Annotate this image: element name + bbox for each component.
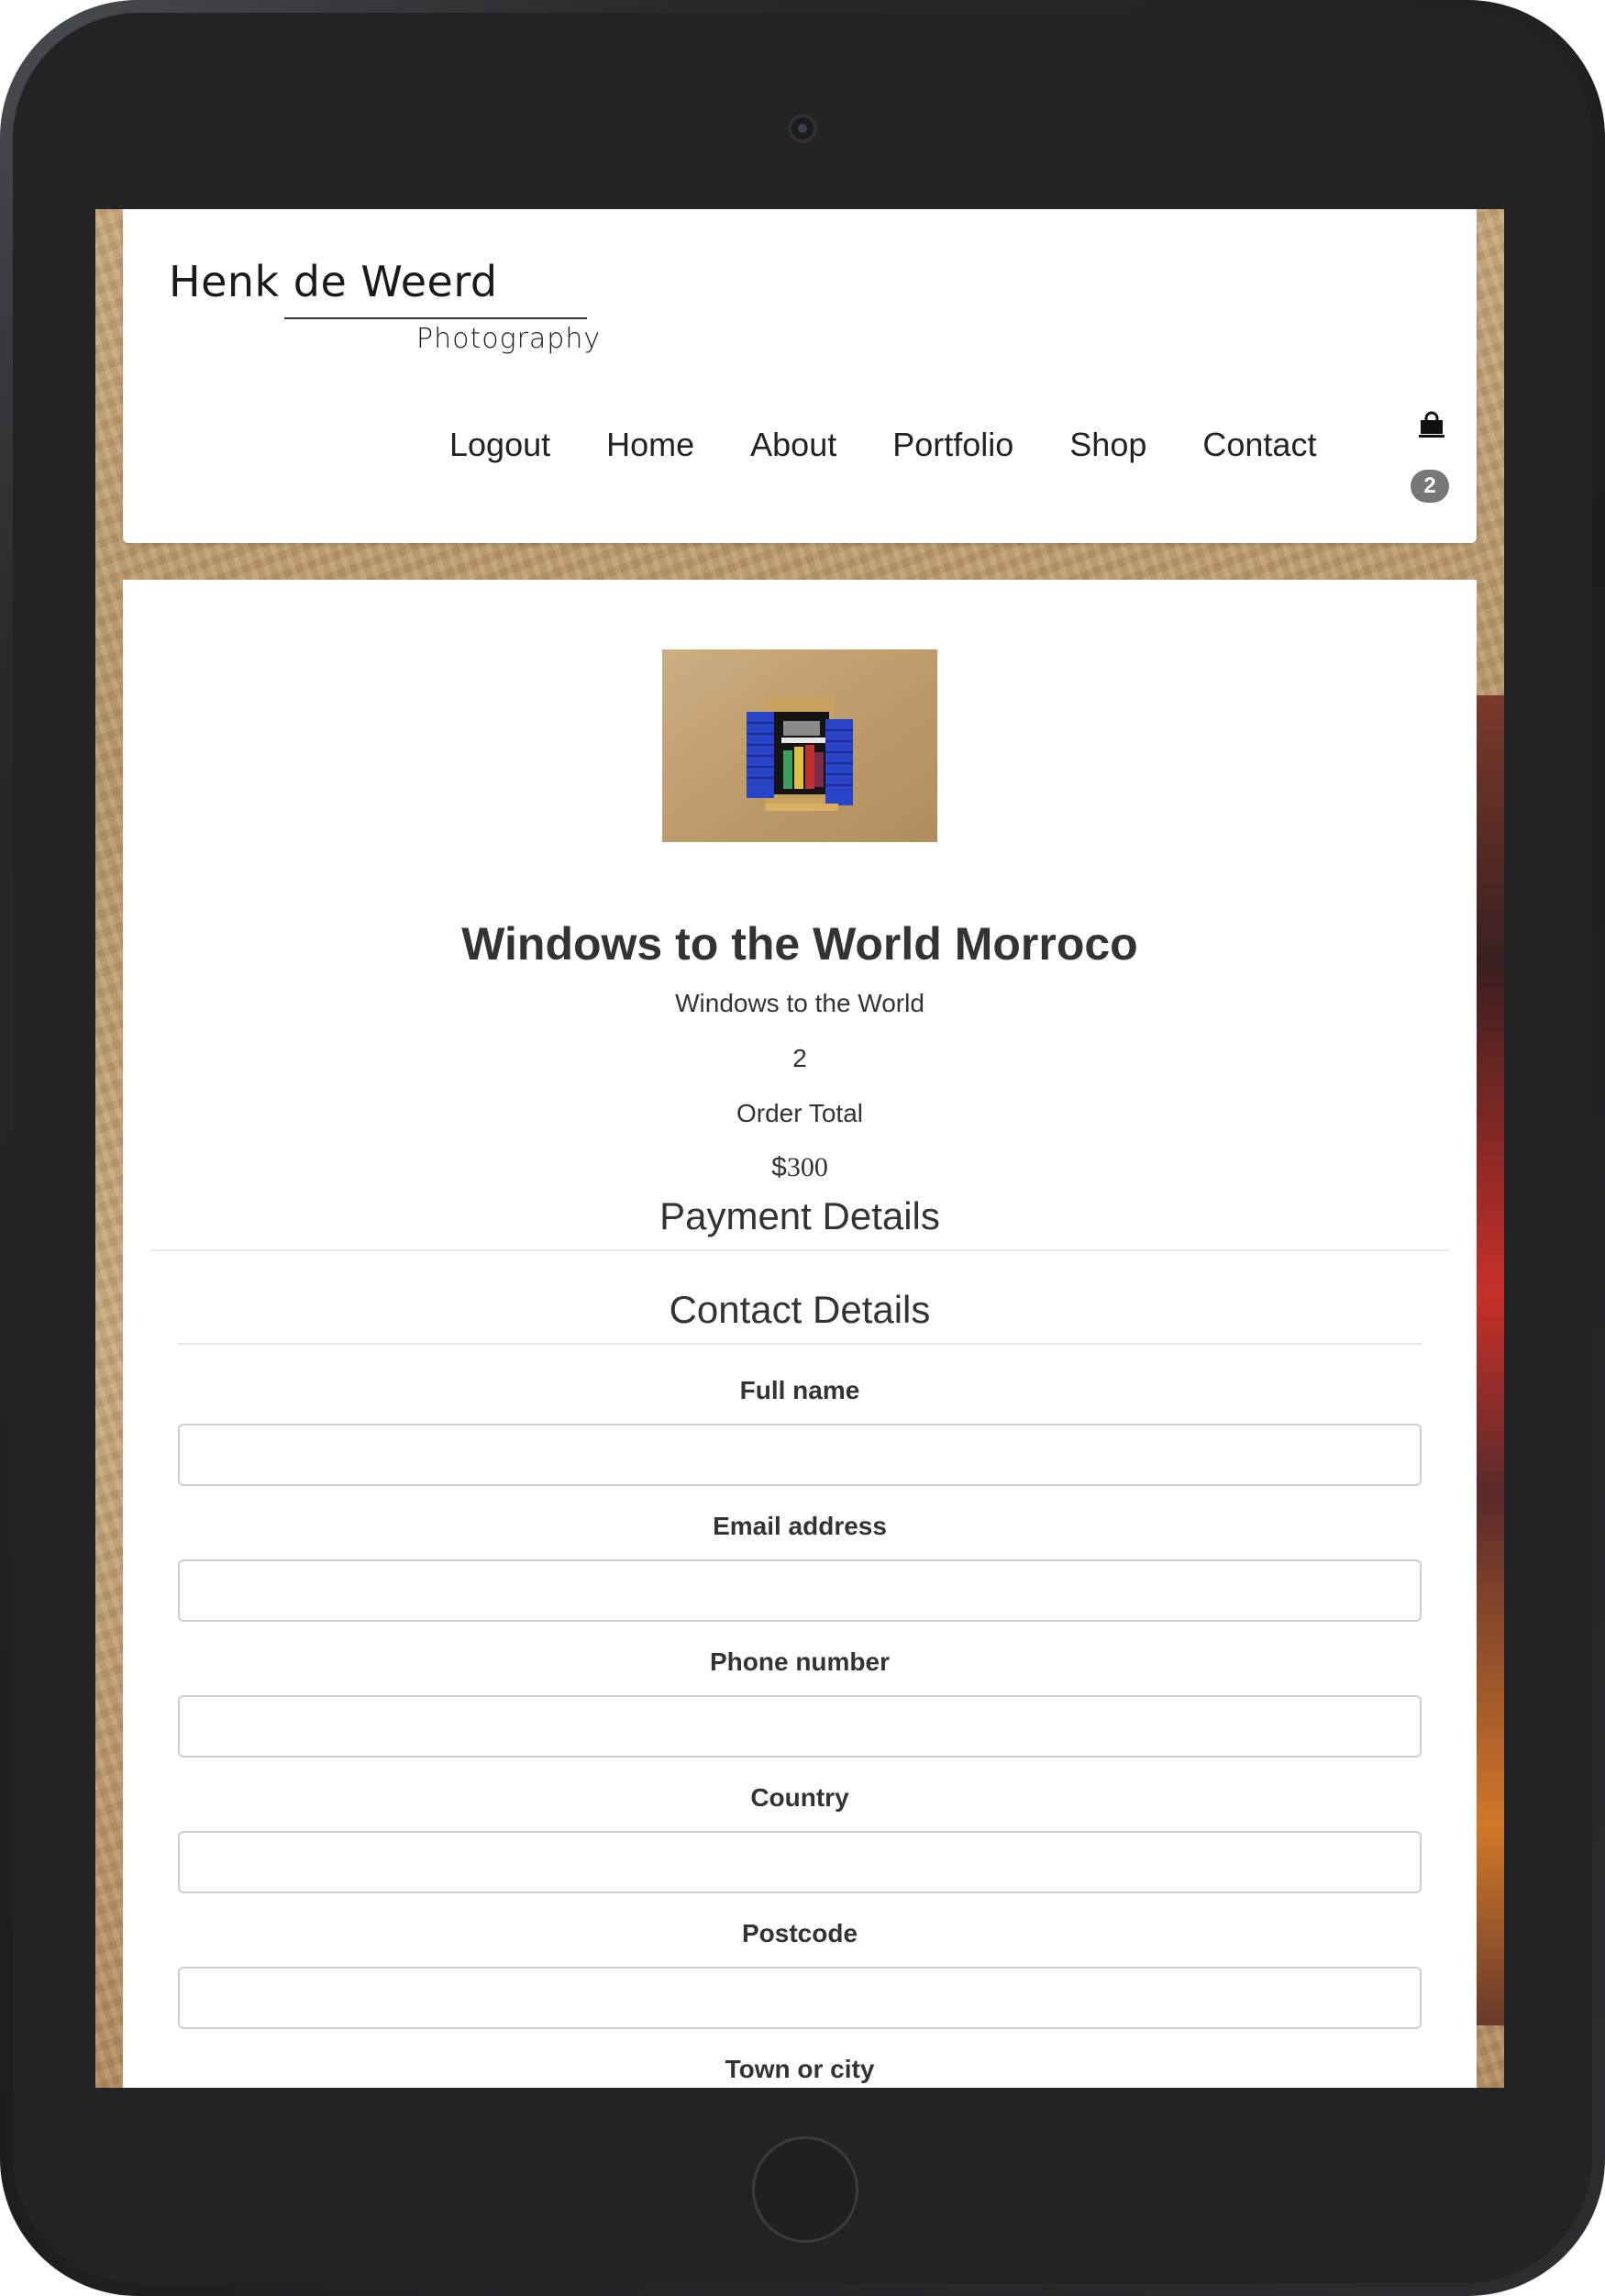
full-name-label: Full name — [739, 1376, 860, 1404]
postcode-input[interactable] — [178, 1967, 1422, 2029]
home-button[interactable] — [752, 2136, 858, 2243]
order-total-label: Order Total — [736, 1099, 863, 1127]
cart-count-badge: 2 — [1411, 470, 1449, 503]
payment-details-heading: Payment Details — [659, 1194, 940, 1237]
country-input[interactable] — [178, 1831, 1422, 1893]
screen: Henk de Weerd Photography Logout Home Ab… — [95, 209, 1504, 2088]
product-quantity: 2 — [792, 1044, 807, 1072]
amount-value: 300 — [786, 1152, 828, 1182]
product-subtitle: Windows to the World — [675, 989, 924, 1017]
postcode-label: Postcode — [741, 1919, 858, 1947]
product-title: Windows to the World Morroco — [461, 918, 1138, 970]
shopping-bag-icon — [1419, 411, 1444, 438]
country-label: Country — [750, 1783, 849, 1812]
site-logo[interactable]: Henk de Weerd Photography — [169, 257, 609, 358]
logo-name: Henk de Weerd — [169, 257, 498, 306]
main-nav: Logout Home About Portfolio Shop Contact — [449, 426, 1316, 471]
currency-symbol: $ — [771, 1152, 787, 1182]
background-photo-strip — [1477, 695, 1504, 2025]
nav-about[interactable]: About — [750, 426, 836, 471]
site-header: Henk de Weerd Photography Logout Home Ab… — [123, 209, 1477, 543]
order-total-amount: $300 — [123, 1152, 1477, 1183]
phone-label: Phone number — [709, 1647, 890, 1676]
cart-button[interactable]: 2 — [1411, 411, 1456, 512]
contact-details-heading: Contact Details — [669, 1288, 931, 1331]
nav-portfolio[interactable]: Portfolio — [892, 426, 1013, 471]
checkout-content: Windows to the World Morroco Windows to … — [123, 580, 1477, 2088]
nav-contact[interactable]: Contact — [1202, 426, 1316, 471]
email-label: Email address — [713, 1512, 887, 1540]
nav-home[interactable]: Home — [606, 426, 694, 471]
tablet-frame: Henk de Weerd Photography Logout Home Ab… — [0, 0, 1605, 2296]
logo-divider — [284, 317, 587, 319]
camera-icon — [788, 114, 817, 143]
nav-shop[interactable]: Shop — [1069, 426, 1146, 471]
payment-divider — [150, 1249, 1449, 1251]
town-label: Town or city — [725, 2055, 875, 2083]
email-input[interactable] — [178, 1559, 1422, 1622]
logo-subtitle: Photography — [416, 323, 602, 355]
phone-input[interactable] — [178, 1695, 1422, 1758]
contact-divider — [178, 1343, 1422, 1345]
full-name-input[interactable] — [178, 1424, 1422, 1486]
nav-logout[interactable]: Logout — [449, 426, 550, 471]
product-image — [662, 649, 937, 842]
